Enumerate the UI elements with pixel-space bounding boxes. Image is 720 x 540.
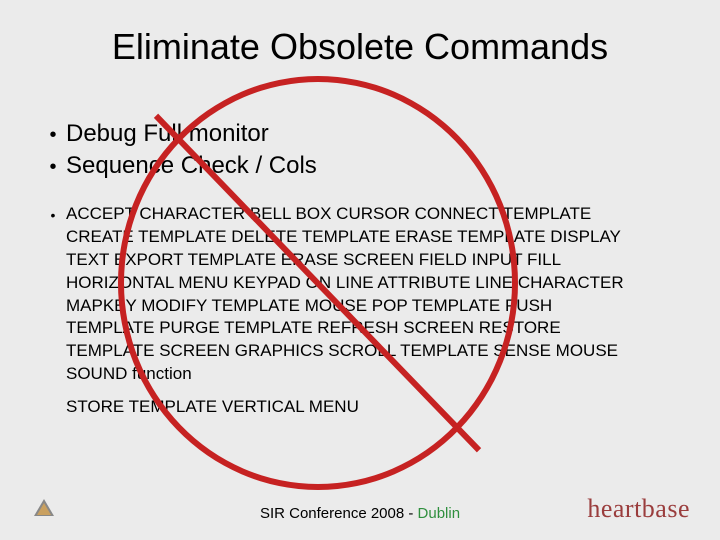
logo-icon	[34, 498, 54, 518]
bullet-list: • Debug Full monitor • Sequence Check / …	[40, 118, 680, 419]
footer-conference: SIR Conference 2008 -	[260, 505, 418, 522]
list-item-label: ACCEPT CHARACTER BELL BOX CURSOR CONNECT…	[66, 203, 636, 419]
list-item: • Debug Full monitor	[40, 118, 680, 150]
bullet-dot-icon: •	[40, 203, 66, 225]
list-item: • ACCEPT CHARACTER BELL BOX CURSOR CONNE…	[40, 203, 680, 419]
footer-location: Dublin	[418, 505, 461, 522]
footer-text: SIR Conference 2008 - Dublin	[260, 505, 460, 522]
obsolete-commands-text-2: STORE TEMPLATE VERTICAL MENU	[66, 396, 636, 419]
bullet-dot-icon: •	[40, 150, 66, 181]
list-item-label: Debug Full monitor	[66, 118, 269, 150]
obsolete-commands-text: ACCEPT CHARACTER BELL BOX CURSOR CONNECT…	[66, 204, 624, 384]
footer: SIR Conference 2008 - Dublin heartbase	[0, 492, 720, 540]
list-item-label: Sequence Check / Cols	[66, 150, 317, 182]
footer-brand: heartbase	[587, 494, 690, 524]
bullet-dot-icon: •	[40, 118, 66, 149]
list-item: • Sequence Check / Cols	[40, 150, 680, 182]
page-title: Eliminate Obsolete Commands	[0, 0, 720, 68]
